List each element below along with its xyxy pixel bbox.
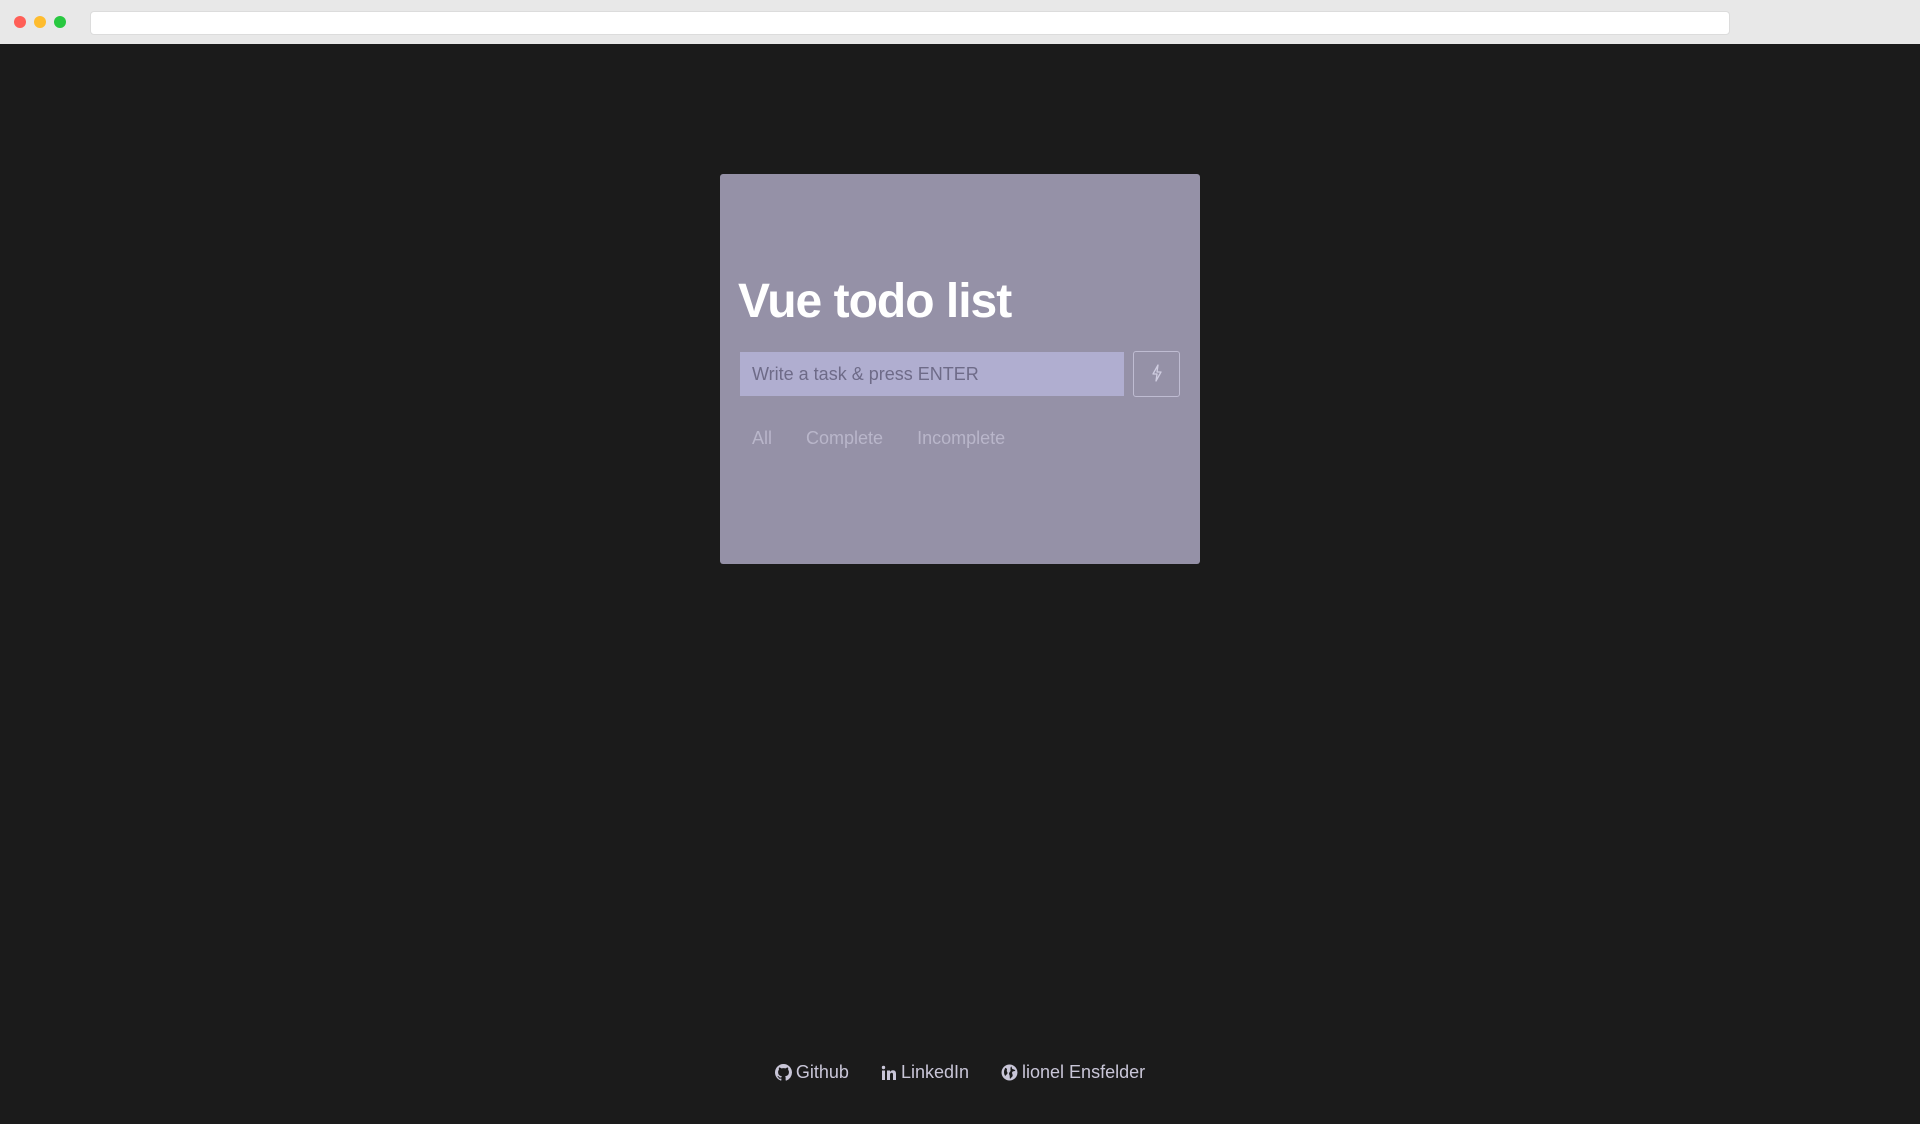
- globe-icon: [1001, 1064, 1018, 1081]
- window-zoom-button[interactable]: [54, 16, 66, 28]
- github-link[interactable]: Github: [774, 1062, 849, 1083]
- window-close-button[interactable]: [14, 16, 26, 28]
- page: Vue todo list All Complete Incomplete Gi…: [0, 44, 1920, 1124]
- linkedin-link[interactable]: LinkedIn: [881, 1062, 969, 1083]
- filter-all-tab[interactable]: All: [752, 428, 772, 449]
- linkedin-icon: [881, 1065, 897, 1081]
- github-link-label: Github: [795, 1062, 849, 1082]
- page-title: Vue todo list: [738, 275, 1012, 328]
- lightning-bolt-icon: [1151, 363, 1163, 385]
- filter-complete-tab[interactable]: Complete: [806, 428, 883, 449]
- website-link-label: lionel Ensfelder: [1022, 1062, 1146, 1082]
- filter-tabs: All Complete Incomplete: [752, 428, 1005, 449]
- browser-chrome: [0, 0, 1920, 45]
- footer: Github LinkedIn lionel Ensfelder: [0, 1062, 1920, 1083]
- github-icon: [774, 1064, 792, 1081]
- address-bar[interactable]: [90, 11, 1730, 35]
- add-task-button[interactable]: [1133, 351, 1180, 397]
- task-input[interactable]: [740, 352, 1124, 396]
- todo-card: Vue todo list All Complete Incomplete: [720, 174, 1200, 564]
- filter-incomplete-tab[interactable]: Incomplete: [917, 428, 1005, 449]
- window-minimize-button[interactable]: [34, 16, 46, 28]
- linkedin-link-label: LinkedIn: [900, 1062, 970, 1082]
- website-link[interactable]: lionel Ensfelder: [1001, 1062, 1145, 1083]
